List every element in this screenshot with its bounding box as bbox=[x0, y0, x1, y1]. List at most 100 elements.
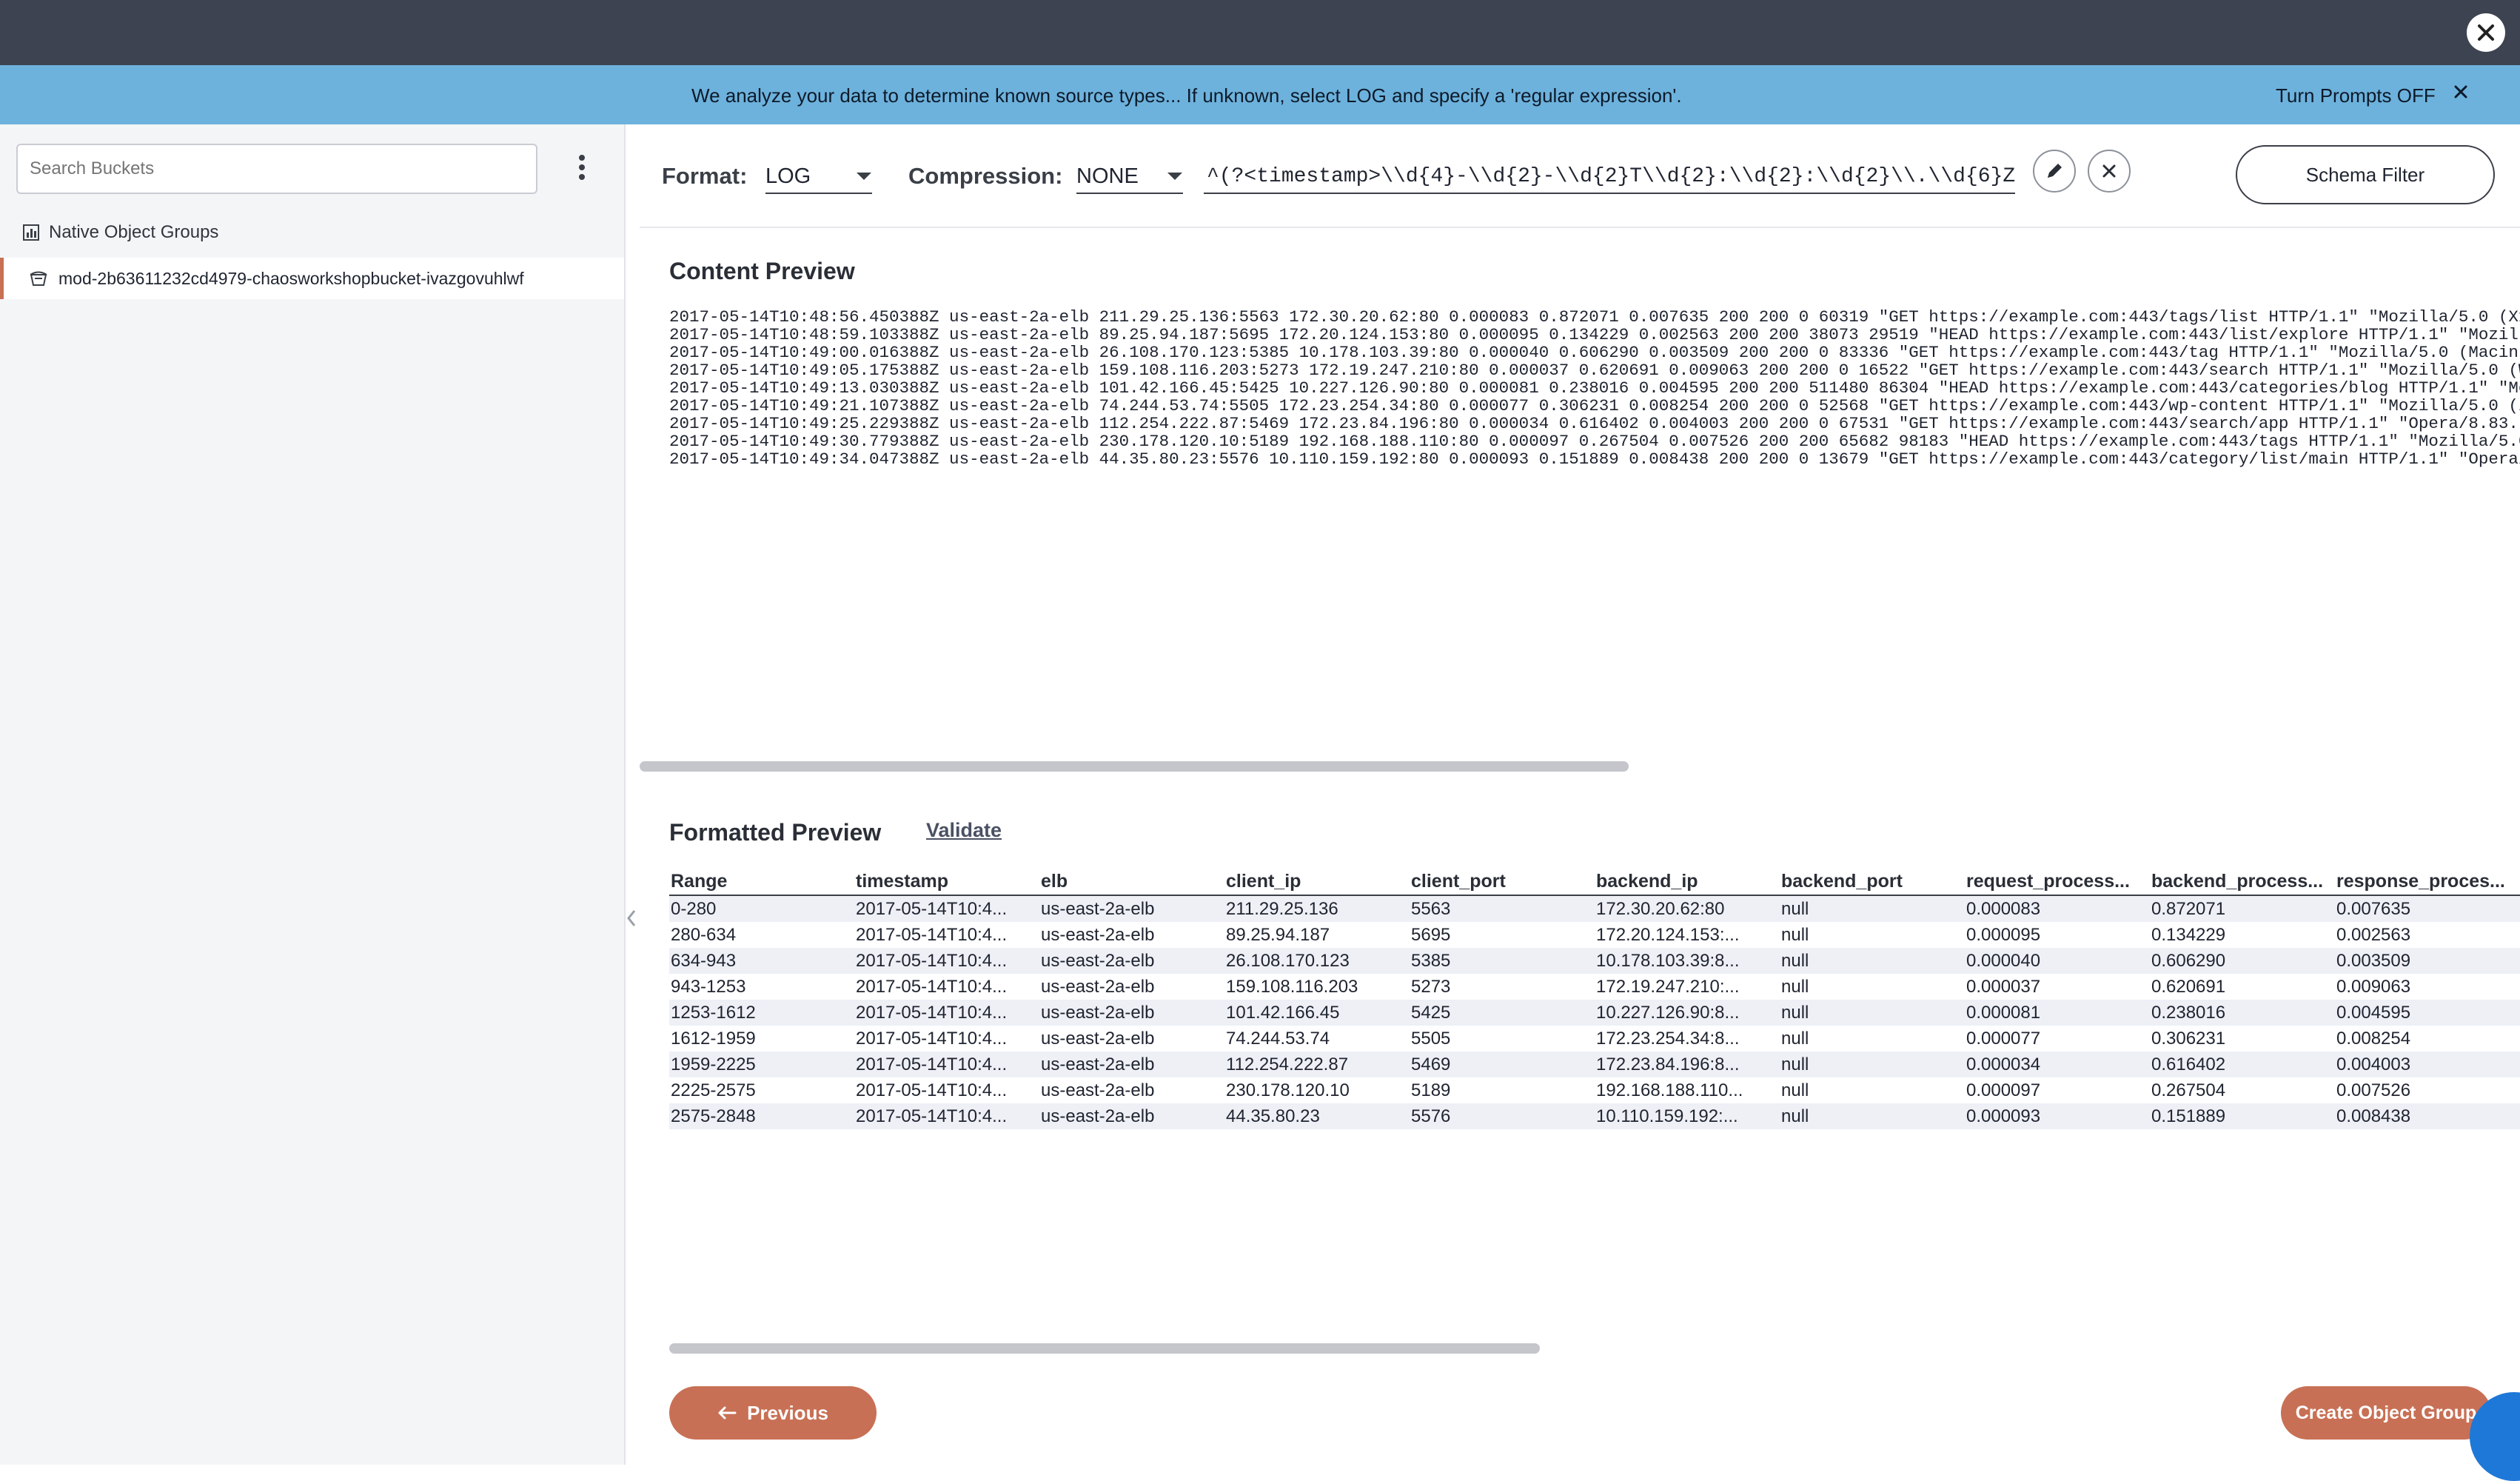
table-cell: null bbox=[1780, 948, 1965, 974]
table-cell: 0.000095 bbox=[1965, 922, 2150, 948]
compression-value: NONE bbox=[1076, 164, 1139, 188]
log-line: 2017-05-14T10:48:56.450388Z us-east-2a-e… bbox=[669, 308, 2520, 327]
column-header[interactable]: Range bbox=[669, 868, 854, 896]
banner-message: We analyze your data to determine known … bbox=[691, 84, 1682, 107]
formatted-preview-table-wrap: Range timestamp elb client_ip client_port bac… bbox=[669, 868, 2520, 1129]
table-cell: 0.616402 bbox=[2150, 1052, 2335, 1077]
previous-label: Previous bbox=[747, 1401, 828, 1424]
log-line: 2017-05-14T10:49:21.107388Z us-east-2a-e… bbox=[669, 396, 2520, 415]
table-cell: 1959-2225 bbox=[669, 1052, 854, 1077]
table-cell: 2017-05-14T10:4... bbox=[854, 1077, 1039, 1103]
table-cell: 2017-05-14T10:4... bbox=[854, 1026, 1039, 1052]
validate-link[interactable]: Validate bbox=[926, 819, 1002, 842]
table-cell: 172.23.254.34:8... bbox=[1595, 1026, 1780, 1052]
x-icon bbox=[2102, 164, 2116, 178]
table-cell: 74.244.53.74 bbox=[1224, 1026, 1410, 1052]
content-preview-log: 2017-05-14T10:48:56.450388Z us-east-2a-e… bbox=[669, 308, 2520, 752]
table-header-row: Range timestamp elb client_ip client_port bac… bbox=[669, 868, 2520, 896]
compression-label: Compression: bbox=[908, 163, 1063, 189]
bucket-name: mod-2b63611232cd4979-chaosworkshopbucket… bbox=[58, 268, 524, 288]
table-cell: 2225-2575 bbox=[669, 1077, 854, 1103]
table-cell: 0.000077 bbox=[1965, 1026, 2150, 1052]
table-cell: us-east-2a-elb bbox=[1039, 974, 1224, 1000]
table-cell: 0.000083 bbox=[1965, 895, 2150, 922]
table-cell: 172.19.247.210:... bbox=[1595, 974, 1780, 1000]
table-cell: 0.238016 bbox=[2150, 1000, 2335, 1026]
table-cell: 44.35.80.23 bbox=[1224, 1103, 1410, 1129]
kebab-menu-icon bbox=[579, 155, 585, 180]
table-cell: us-east-2a-elb bbox=[1039, 1052, 1224, 1077]
compression-select[interactable]: NONE bbox=[1076, 160, 1183, 194]
table-cell: us-east-2a-elb bbox=[1039, 1103, 1224, 1129]
table-cell: 1253-1612 bbox=[669, 1000, 854, 1026]
schema-filter-button[interactable]: Schema Filter bbox=[2236, 145, 2495, 204]
table-cell: 0.134229 bbox=[2150, 922, 2335, 948]
table-cell: 5385 bbox=[1410, 948, 1595, 974]
table-cell: us-east-2a-elb bbox=[1039, 948, 1224, 974]
prompt-banner: We analyze your data to determine known … bbox=[0, 65, 2520, 124]
table-cell: 5189 bbox=[1410, 1077, 1595, 1103]
table-cell: null bbox=[1780, 1103, 1965, 1129]
table-cell: us-east-2a-elb bbox=[1039, 1077, 1224, 1103]
table-cell: 5505 bbox=[1410, 1026, 1595, 1052]
bucket-icon bbox=[30, 271, 47, 286]
collapse-sidebar-button[interactable] bbox=[624, 906, 639, 934]
search-buckets-input[interactable] bbox=[16, 144, 537, 194]
table-cell: 0.004595 bbox=[2335, 1000, 2520, 1026]
table-cell: 26.108.170.123 bbox=[1224, 948, 1410, 974]
log-line: 2017-05-14T10:49:13.030388Z us-east-2a-e… bbox=[669, 378, 2520, 398]
table-cell: 2017-05-14T10:4... bbox=[854, 1000, 1039, 1026]
table-cell: 112.254.222.87 bbox=[1224, 1052, 1410, 1077]
turn-prompts-off-button[interactable]: Turn Prompts OFF bbox=[2276, 84, 2436, 107]
table-cell: us-east-2a-elb bbox=[1039, 1000, 1224, 1026]
table-cell: 5576 bbox=[1410, 1103, 1595, 1129]
content-preview-scrollbar[interactable] bbox=[640, 761, 1629, 772]
table-row: 2575-2848 2017-05-14T10:4... us-east-2a-el… bbox=[669, 1103, 2520, 1129]
column-header[interactable]: request_process... bbox=[1965, 868, 2150, 896]
column-header[interactable]: response_proces... bbox=[2335, 868, 2520, 896]
formatted-preview-scrollbar[interactable] bbox=[669, 1343, 1540, 1354]
table-cell: 10.178.103.39:8... bbox=[1595, 948, 1780, 974]
column-header[interactable]: timestamp bbox=[854, 868, 1039, 896]
table-cell: 943-1253 bbox=[669, 974, 854, 1000]
table-row: 943-1253 2017-05-14T10:4... us-east-2a-elb… bbox=[669, 974, 2520, 1000]
table-cell: 0.000093 bbox=[1965, 1103, 2150, 1129]
clear-regex-button[interactable] bbox=[2088, 150, 2131, 193]
table-cell: null bbox=[1780, 922, 1965, 948]
table-cell: 0.306231 bbox=[2150, 1026, 2335, 1052]
regex-input[interactable]: ^(?<timestamp>\\d{4}-\\d{2}-\\d{2}T\\d{2… bbox=[1204, 160, 2015, 194]
table-cell: 159.108.116.203 bbox=[1224, 974, 1410, 1000]
table-cell: 2017-05-14T10:4... bbox=[854, 1103, 1039, 1129]
table-cell: 280-634 bbox=[669, 922, 854, 948]
formatted-preview-title: Formatted Preview bbox=[669, 819, 882, 846]
table-cell: 0.000097 bbox=[1965, 1077, 2150, 1103]
bucket-item[interactable]: mod-2b63611232cd4979-chaosworkshopbucket… bbox=[0, 258, 624, 299]
log-line: 2017-05-14T10:49:25.229388Z us-east-2a-e… bbox=[669, 414, 2520, 433]
format-select[interactable]: LOG bbox=[765, 160, 872, 194]
column-header[interactable]: client_port bbox=[1410, 868, 1595, 896]
column-header[interactable]: elb bbox=[1039, 868, 1224, 896]
table-cell: 2017-05-14T10:4... bbox=[854, 922, 1039, 948]
table-cell: 2017-05-14T10:4... bbox=[854, 1052, 1039, 1077]
log-line: 2017-05-14T10:48:59.103388Z us-east-2a-e… bbox=[669, 325, 2520, 344]
banner-close-button[interactable] bbox=[2452, 83, 2470, 104]
column-header[interactable]: client_ip bbox=[1224, 868, 1410, 896]
column-header[interactable]: backend_process... bbox=[2150, 868, 2335, 896]
table-cell: 0.002563 bbox=[2335, 922, 2520, 948]
table-cell: 1612-1959 bbox=[669, 1026, 854, 1052]
table-cell: 172.30.20.62:80 bbox=[1595, 895, 1780, 922]
sidebar-menu-button[interactable] bbox=[577, 154, 586, 184]
edit-regex-button[interactable] bbox=[2033, 150, 2076, 193]
table-cell: 5273 bbox=[1410, 974, 1595, 1000]
column-header[interactable]: backend_port bbox=[1780, 868, 1965, 896]
chevron-down-icon bbox=[1167, 173, 1182, 180]
table-cell: 0.004003 bbox=[2335, 1052, 2520, 1077]
previous-button[interactable]: Previous bbox=[669, 1386, 877, 1440]
table-cell: 0.003509 bbox=[2335, 948, 2520, 974]
create-object-group-button[interactable]: Create Object Group bbox=[2281, 1386, 2491, 1440]
column-header[interactable]: backend_ip bbox=[1595, 868, 1780, 896]
table-cell: null bbox=[1780, 1000, 1965, 1026]
table-row: 1959-2225 2017-05-14T10:4... us-east-2a-el… bbox=[669, 1052, 2520, 1077]
content-preview-title: Content Preview bbox=[669, 258, 855, 284]
close-modal-button[interactable] bbox=[2467, 13, 2505, 52]
